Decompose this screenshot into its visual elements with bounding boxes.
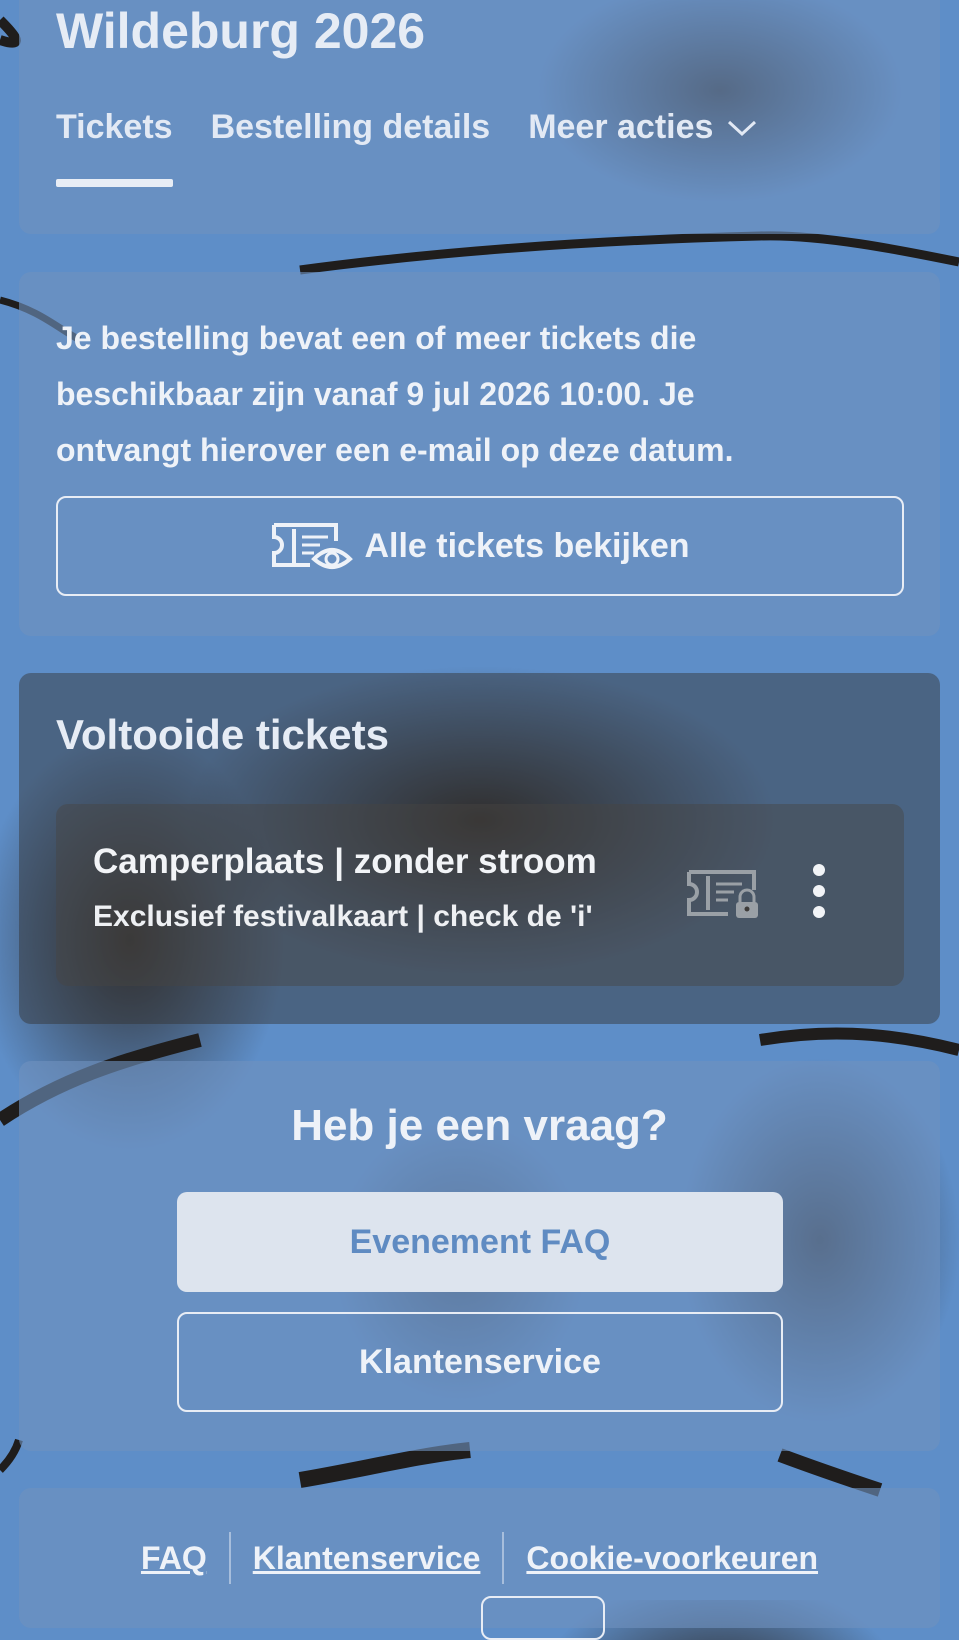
tab-bar: Tickets Bestelling details Meer acties [56, 108, 795, 187]
footer-button-partial[interactable] [481, 1596, 605, 1640]
footer-link-customer-service[interactable]: Klantenservice [231, 1540, 503, 1577]
chevron-down-icon [728, 120, 757, 136]
footer-links: FAQ Klantenservice Cookie-voorkeuren [19, 1532, 940, 1584]
availability-message: Je bestelling bevat een of meer tickets … [56, 320, 734, 468]
tab-more-actions[interactable]: Meer acties [528, 108, 757, 147]
ticket-row[interactable]: Camperplaats | zonder stroom Exclusief f… [56, 804, 904, 986]
view-all-tickets-label: Alle tickets bekijken [364, 526, 690, 565]
customer-service-button[interactable]: Klantenservice [177, 1312, 783, 1412]
help-title: Heb je een vraag? [291, 1101, 668, 1150]
tab-order-details[interactable]: Bestelling details [211, 108, 491, 147]
footer-link-cookie-preferences[interactable]: Cookie-voorkeuren [504, 1540, 840, 1577]
tab-tickets[interactable]: Tickets [56, 108, 173, 187]
event-faq-button[interactable]: Evenement FAQ [177, 1192, 783, 1292]
event-title: Wildeburg 2026 [56, 3, 426, 59]
view-all-tickets-button[interactable]: Alle tickets bekijken [56, 496, 904, 596]
availability-notice-card: Je bestelling bevat een of meer tickets … [19, 272, 940, 636]
more-vertical-icon[interactable] [804, 864, 834, 924]
completed-tickets-title: Voltooide tickets [56, 711, 389, 758]
tab-label: Meer acties [528, 108, 714, 146]
ticket-eye-icon [272, 523, 354, 569]
completed-tickets-card: Voltooide tickets Camperplaats | zonder … [19, 673, 940, 1024]
tab-label: Bestelling details [210, 108, 491, 146]
ticket-lock-icon [687, 870, 758, 918]
footer: FAQ Klantenservice Cookie-voorkeuren [19, 1488, 940, 1640]
tab-label: Tickets [56, 108, 173, 146]
header-card: Wildeburg 2026 Tickets Bestelling detail… [19, 0, 940, 234]
footer-link-faq[interactable]: FAQ [119, 1540, 229, 1577]
help-card: Heb je een vraag? Evenement FAQ Klantens… [19, 1061, 940, 1451]
ticket-subtitle: Exclusief festivalkaart | check de 'i' [93, 900, 593, 933]
ticket-name: Camperplaats | zonder stroom [93, 842, 597, 881]
